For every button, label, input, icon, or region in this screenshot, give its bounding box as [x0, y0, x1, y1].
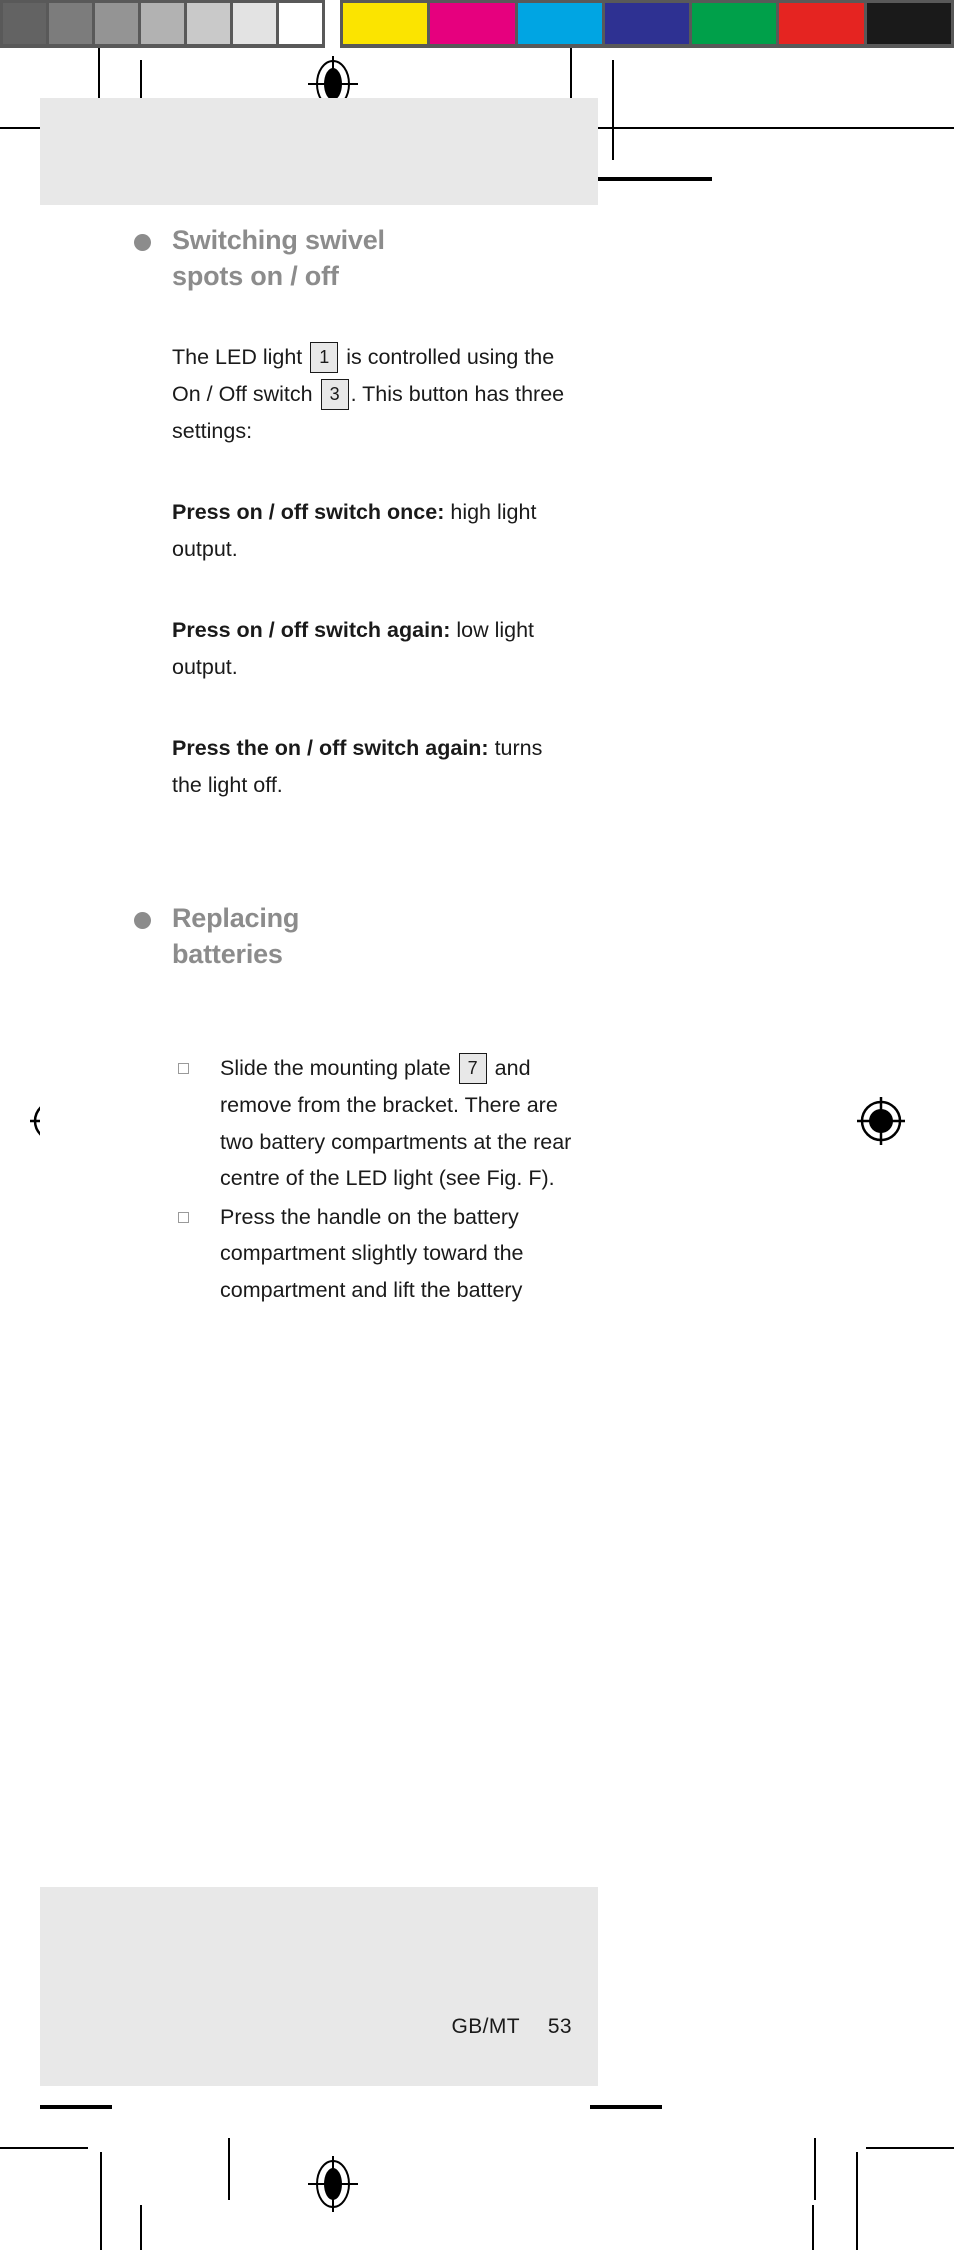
trim-mark-top-right: [580, 177, 712, 181]
crop-mark-bottom-inner-right: [814, 2138, 816, 2200]
color-swatch: [866, 3, 951, 44]
grayscale-swatch: [141, 3, 184, 44]
grayscale-calibration-bar: [0, 0, 325, 48]
heading-line-1: Replacing: [172, 902, 300, 933]
color-swatch: [779, 3, 864, 44]
grayscale-swatch: [49, 3, 92, 44]
crop-mark-bottom-left-horz: [0, 2147, 88, 2149]
color-calibration-bar: [340, 0, 954, 48]
color-swatch: [343, 3, 428, 44]
print-proof-page: Switching swivel spots on / off The LED …: [0, 0, 954, 2250]
section-heading-switching-swivel-spots: Switching swivel spots on / off: [134, 222, 572, 295]
crop-mark-top-right-outer: [612, 60, 614, 160]
crop-mark-bottom-right-horz: [866, 2147, 954, 2149]
square-bullet-icon: [178, 1211, 189, 1223]
trim-mark-bottom-right: [590, 2105, 662, 2109]
trim-mark-bottom-left: [40, 2105, 112, 2109]
list-item: Press the handle on the battery compartm…: [172, 1199, 572, 1309]
grayscale-swatch: [3, 3, 46, 44]
grayscale-swatch: [233, 3, 276, 44]
crop-mark-bottom-inner-left: [228, 2138, 230, 2200]
footer-page-number: 53: [547, 2015, 572, 2038]
crop-mark-top-right-horz: [596, 127, 954, 129]
paragraph-lead-in: Press on / off switch again:: [172, 617, 451, 642]
reference-number-chip: 3: [320, 378, 349, 410]
page-footer: GB/MT 53: [172, 2015, 572, 2039]
crop-mark-bottom-right-inner: [812, 2205, 814, 2250]
list-item: Slide the mounting plate 7 and remove fr…: [172, 1050, 572, 1196]
color-swatch: [430, 3, 515, 44]
heading-line-2: spots on / off: [172, 261, 339, 292]
paragraph-lead-in: Press on / off switch once:: [172, 499, 445, 524]
grayscale-swatch: [279, 3, 322, 44]
crop-mark-panel-left-bottom: [140, 2205, 142, 2250]
registration-mark-bottom-center: [305, 2155, 361, 2213]
bullet-dot-icon: [134, 234, 151, 251]
crop-mark-bottom-right-outer: [856, 2152, 858, 2250]
paragraph-press-again: Press on / off switch again: low light o…: [172, 617, 535, 679]
color-swatch: [517, 3, 602, 44]
battery-instructions-list: Slide the mounting plate 7 and remove fr…: [172, 1050, 572, 1308]
section-heading-replacing-batteries: Replacing batteries: [134, 900, 572, 973]
registration-mark-right: [855, 1095, 907, 1147]
color-swatch: [692, 3, 777, 44]
text-column: Switching swivel spots on / off The LED …: [134, 222, 572, 1310]
heading-line-1: Switching swivel: [172, 225, 385, 255]
footer-locale: GB/MT: [451, 2015, 520, 2038]
paragraph-press-again-off: Press the on / off switch again: turns t…: [172, 735, 543, 797]
paragraph-led-light-controlled: The LED light 1 is controlled using the …: [172, 339, 572, 450]
color-swatch: [604, 3, 690, 44]
paragraph-press-once: Press on / off switch once: high light o…: [172, 499, 537, 561]
paragraph-lead-in: Press the on / off switch again:: [172, 735, 489, 760]
reference-number-chip: 1: [310, 341, 339, 373]
crop-mark-bottom-left-outer: [100, 2152, 102, 2250]
bullet-dot-icon: [134, 911, 151, 929]
grayscale-swatch: [187, 3, 230, 44]
heading-line-2: batteries: [172, 939, 283, 970]
grayscale-swatch: [95, 3, 138, 44]
reference-number-chip: 7: [458, 1053, 487, 1085]
square-bullet-icon: [178, 1063, 189, 1075]
